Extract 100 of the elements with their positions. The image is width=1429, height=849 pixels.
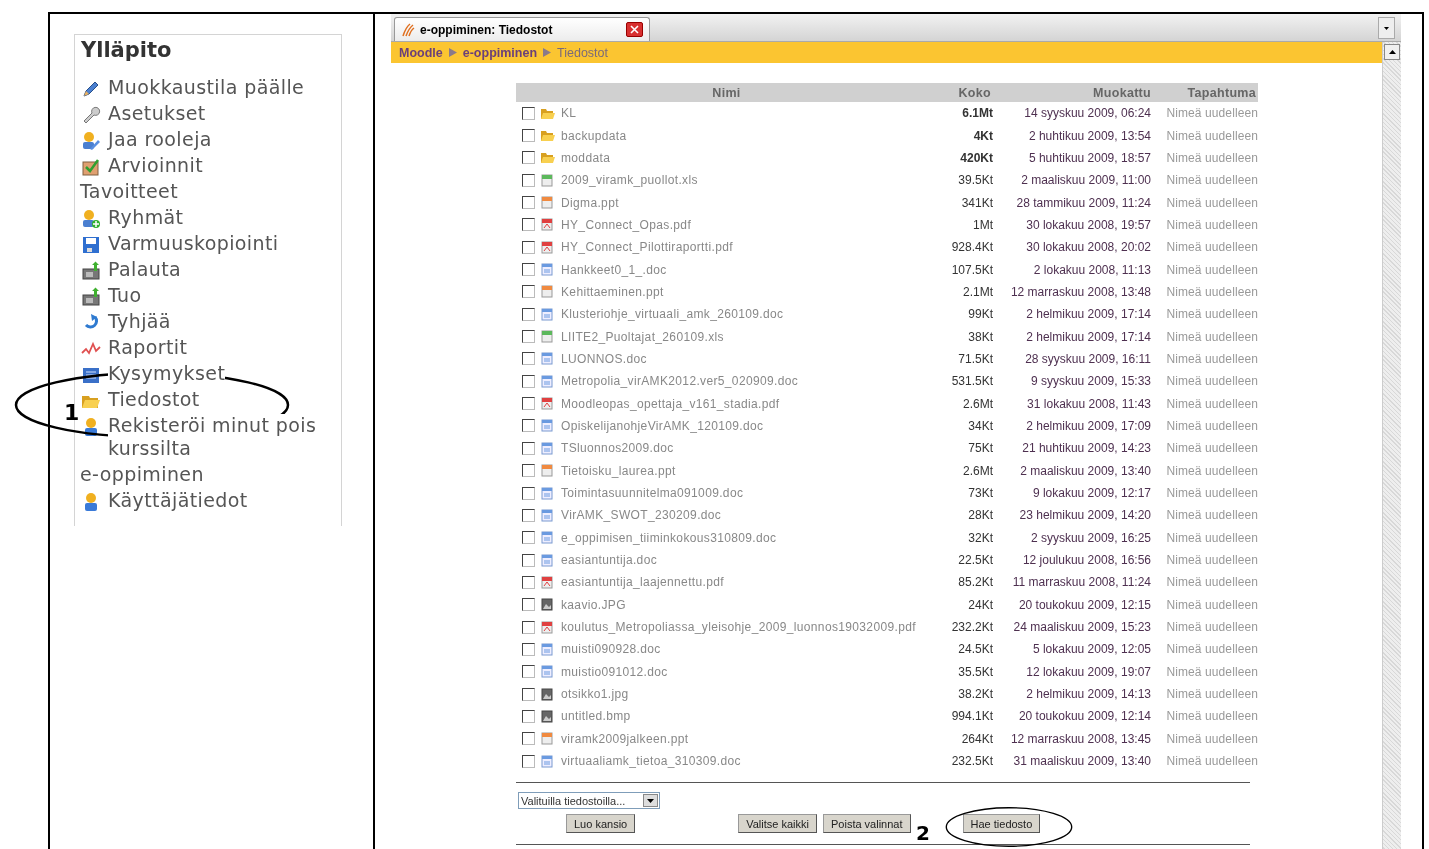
menu-link[interactable]: Varmuuskopiointi <box>108 232 279 255</box>
rename-link[interactable]: Nimeä uudelleen <box>1166 575 1258 590</box>
upload-file-button[interactable]: Hae tiedosto <box>962 814 1041 834</box>
file-link[interactable]: otsikko1.jpg <box>561 687 629 702</box>
file-link[interactable]: Moodleopas_opettaja_v161_stadia.pdf <box>561 396 780 411</box>
file-link[interactable]: LIITE2_Puoltajat_260109.xls <box>561 329 724 344</box>
menu-link[interactable]: Ryhmät <box>108 206 184 229</box>
clear-selection-button[interactable]: Poista valinnat <box>823 814 911 834</box>
file-link[interactable]: Kehittaeminen.ppt <box>561 284 664 299</box>
scroll-up-button[interactable] <box>1384 44 1400 60</box>
checkbox[interactable] <box>522 374 535 388</box>
tab-list-button[interactable] <box>1378 17 1395 39</box>
rename-link[interactable]: Nimeä uudelleen <box>1166 553 1258 568</box>
checkbox[interactable] <box>522 151 535 165</box>
checkbox[interactable] <box>522 240 535 254</box>
rename-link[interactable]: Nimeä uudelleen <box>1166 731 1258 746</box>
checkbox[interactable] <box>522 106 535 120</box>
rename-link[interactable]: Nimeä uudelleen <box>1166 217 1258 232</box>
file-link[interactable]: muistio091012.doc <box>561 664 668 679</box>
checkbox[interactable] <box>522 196 535 210</box>
file-link[interactable]: backupdata <box>561 128 627 143</box>
rename-link[interactable]: Nimeä uudelleen <box>1166 486 1258 500</box>
scrollbar[interactable] <box>1382 42 1401 849</box>
file-link[interactable]: virtuaaliamk_tietoa_310309.doc <box>561 754 741 769</box>
checkbox[interactable] <box>522 620 535 634</box>
checkbox[interactable] <box>522 553 535 567</box>
file-link[interactable]: easiantuntija.doc <box>561 553 657 568</box>
rename-link[interactable]: Nimeä uudelleen <box>1166 754 1258 769</box>
checkbox[interactable] <box>522 129 535 142</box>
file-link[interactable]: HY_Connect_Opas.pdf <box>561 217 692 232</box>
checkbox[interactable] <box>522 307 535 321</box>
rename-link[interactable]: Nimeä uudelleen <box>1166 262 1258 277</box>
checkbox[interactable] <box>522 732 535 746</box>
file-link[interactable]: Metropolia_virAMK2012.ver5_020909.doc <box>561 374 799 389</box>
checkbox[interactable] <box>522 330 535 344</box>
file-link[interactable]: KL <box>561 106 577 121</box>
rename-link[interactable]: Nimeä uudelleen <box>1166 709 1258 724</box>
rename-link[interactable]: Nimeä uudelleen <box>1166 463 1258 478</box>
rename-link[interactable]: Nimeä uudelleen <box>1166 374 1258 389</box>
checkbox[interactable] <box>522 173 535 187</box>
checkbox[interactable] <box>522 464 535 478</box>
file-link[interactable]: kaavio.JPG <box>561 597 626 612</box>
rename-link[interactable]: Nimeä uudelleen <box>1166 396 1258 411</box>
file-link[interactable]: OpiskelijanohjeVirAMK_120109.doc <box>561 419 764 433</box>
checkbox[interactable] <box>522 754 535 768</box>
checkbox[interactable] <box>522 508 535 522</box>
rename-link[interactable]: Nimeä uudelleen <box>1166 307 1258 322</box>
rename-link[interactable]: Nimeä uudelleen <box>1166 419 1258 433</box>
rename-link[interactable]: Nimeä uudelleen <box>1166 620 1258 635</box>
rename-link[interactable]: Nimeä uudelleen <box>1166 128 1258 143</box>
rename-link[interactable]: Nimeä uudelleen <box>1166 240 1258 255</box>
rename-link[interactable]: Nimeä uudelleen <box>1166 642 1258 657</box>
rename-link[interactable]: Nimeä uudelleen <box>1166 150 1258 165</box>
menu-link[interactable]: Muokkaustila päälle <box>108 76 305 99</box>
checkbox[interactable] <box>522 218 535 232</box>
rename-link[interactable]: Nimeä uudelleen <box>1166 664 1258 679</box>
rename-link[interactable]: Nimeä uudelleen <box>1166 284 1258 299</box>
rename-link[interactable]: Nimeä uudelleen <box>1166 441 1258 456</box>
file-link[interactable]: easiantuntija_laajennettu.pdf <box>561 575 724 590</box>
menu-link[interactable]: Raportit <box>108 336 188 359</box>
file-link[interactable]: Digma.ppt <box>561 195 619 210</box>
breadcrumb-link[interactable]: Moodle <box>399 45 443 60</box>
checkbox[interactable] <box>522 441 535 455</box>
menu-link[interactable]: Kysymykset <box>108 362 226 385</box>
rename-link[interactable]: Nimeä uudelleen <box>1166 106 1258 121</box>
file-link[interactable]: muisti090928.doc <box>561 642 661 657</box>
create-folder-button[interactable]: Luo kansio <box>566 814 636 834</box>
checkbox[interactable] <box>522 709 535 723</box>
file-link[interactable]: VirAMK_SWOT_230209.doc <box>561 508 722 523</box>
file-link[interactable]: Klusteriohje_virtuaali_amk_260109.doc <box>561 307 784 322</box>
select-all-button[interactable]: Valitse kaikki <box>738 814 817 834</box>
file-link[interactable]: HY_Connect_Pilottiraportti.pdf <box>561 240 733 255</box>
rename-link[interactable]: Nimeä uudelleen <box>1166 329 1258 344</box>
checkbox[interactable] <box>522 531 535 545</box>
close-icon[interactable] <box>626 22 643 37</box>
file-link[interactable]: Hankkeet0_1_.doc <box>561 262 667 277</box>
checkbox[interactable] <box>522 285 535 299</box>
file-link[interactable]: Toimintasuunnitelma091009.doc <box>561 486 744 500</box>
browser-tab[interactable]: e-oppiminen: Tiedostot <box>394 17 650 41</box>
checkbox[interactable] <box>522 687 535 701</box>
file-link[interactable]: LUONNOS.doc <box>561 351 647 366</box>
rename-link[interactable]: Nimeä uudelleen <box>1166 173 1258 188</box>
file-link[interactable]: moddata <box>561 150 611 165</box>
file-link[interactable]: koulutus_Metropoliassa_yleisohje_2009_luonnos19032009.pdf <box>561 620 916 635</box>
file-link[interactable]: TSluonnos2009.doc <box>561 441 674 456</box>
file-link[interactable]: Tietoisku_laurea.ppt <box>561 463 676 478</box>
checkbox[interactable] <box>522 642 535 656</box>
rename-link[interactable]: Nimeä uudelleen <box>1166 508 1258 523</box>
bulk-action-dropdown[interactable]: Valituilla tiedostoilla... <box>518 792 660 810</box>
rename-link[interactable]: Nimeä uudelleen <box>1166 597 1258 612</box>
breadcrumb-link[interactable]: e-oppiminen <box>462 45 538 60</box>
file-link[interactable]: 2009_viramk_puollot.xls <box>561 173 698 188</box>
rename-link[interactable]: Nimeä uudelleen <box>1166 195 1258 210</box>
checkbox[interactable] <box>522 397 535 411</box>
menu-link[interactable]: Jaa rooleja <box>108 128 212 151</box>
checkbox[interactable] <box>522 665 535 679</box>
rename-link[interactable]: Nimeä uudelleen <box>1166 687 1258 702</box>
file-link[interactable]: untitled.bmp <box>561 709 631 724</box>
checkbox[interactable] <box>522 419 535 433</box>
checkbox[interactable] <box>522 486 535 500</box>
